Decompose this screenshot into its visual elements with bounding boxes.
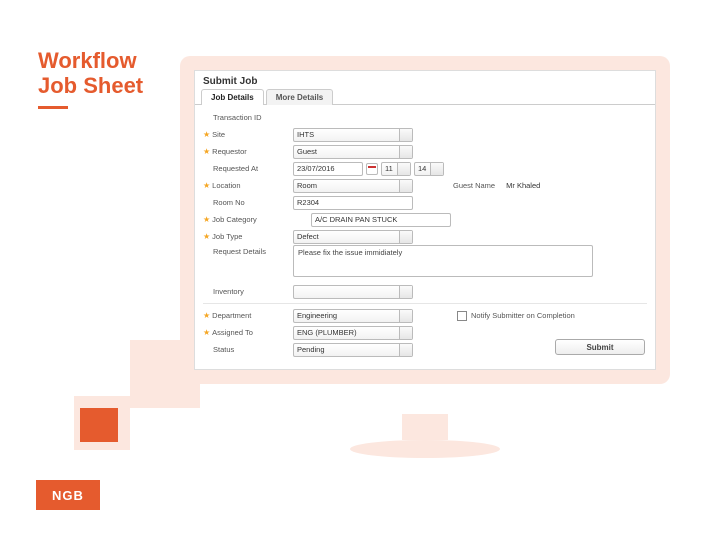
tab-more-details[interactable]: More Details [266, 89, 334, 105]
label-status: Status [203, 345, 289, 354]
page-title: Workflow Job Sheet [38, 48, 143, 99]
star-icon: ★ [203, 147, 210, 156]
label-job-type: Job Type [212, 232, 242, 241]
assigned-to-select[interactable]: ENG (PLUMBER) [293, 326, 413, 340]
window-title: Submit Job [195, 71, 655, 89]
label-room-no: Room No [203, 198, 289, 207]
requestor-select[interactable]: Guest [293, 145, 413, 159]
monitor-stand [402, 414, 448, 440]
star-icon: ★ [203, 215, 210, 224]
decor-block-3 [80, 408, 118, 442]
star-icon: ★ [203, 328, 210, 337]
label-requestor: Requestor [212, 147, 247, 156]
monitor-base [350, 440, 500, 458]
divider [203, 303, 647, 304]
page-title-line2: Job Sheet [38, 73, 143, 98]
title-underline [38, 106, 68, 109]
label-requested-at: Requested At [203, 164, 289, 173]
label-transaction-id: Transaction ID [203, 113, 289, 122]
label-guest-name: Guest Name [453, 181, 495, 190]
date-input[interactable]: 23/07/2016 [293, 162, 363, 176]
label-request-details: Request Details [203, 245, 289, 256]
request-details-textarea[interactable]: Please fix the issue immidiately [293, 245, 593, 277]
label-department: Department [212, 311, 251, 320]
inventory-select[interactable] [293, 285, 413, 299]
tabs: Job Details More Details [195, 89, 655, 105]
submit-button[interactable]: Submit [555, 339, 645, 355]
location-select[interactable]: Room [293, 179, 413, 193]
label-location: Location [212, 181, 240, 190]
monitor-illustration: Submit Job Job Details More Details Tran… [180, 56, 670, 416]
notify-checkbox[interactable] [457, 311, 467, 321]
footer-logo: NGB [36, 480, 100, 510]
room-no-input[interactable]: R2304 [293, 196, 413, 210]
star-icon: ★ [203, 130, 210, 139]
job-category-input[interactable]: A/C DRAIN PAN STUCK [311, 213, 451, 227]
department-select[interactable]: Engineering [293, 309, 413, 323]
monitor-frame: Submit Job Job Details More Details Tran… [180, 56, 670, 384]
status-select[interactable]: Pending [293, 343, 413, 357]
page-title-line1: Workflow [38, 48, 137, 73]
label-job-category: Job Category [212, 215, 257, 224]
app-window: Submit Job Job Details More Details Tran… [194, 70, 656, 370]
hour-select[interactable]: 11 [381, 162, 411, 176]
star-icon: ★ [203, 181, 210, 190]
minute-select[interactable]: 14 [414, 162, 444, 176]
label-inventory: Inventory [203, 287, 289, 296]
tab-job-details[interactable]: Job Details [201, 89, 264, 105]
label-notify: Notify Submitter on Completion [471, 311, 575, 320]
calendar-icon[interactable] [366, 163, 378, 175]
label-site: Site [212, 130, 225, 139]
guest-name-value: Mr Khaled [503, 179, 647, 193]
label-assigned-to: Assigned To [212, 328, 253, 337]
star-icon: ★ [203, 311, 210, 320]
star-icon: ★ [203, 232, 210, 241]
job-type-select[interactable]: Defect [293, 230, 413, 244]
form: Transaction ID ★Site IHTS ★Requestor Gue… [195, 105, 655, 362]
site-select[interactable]: IHTS [293, 128, 413, 142]
